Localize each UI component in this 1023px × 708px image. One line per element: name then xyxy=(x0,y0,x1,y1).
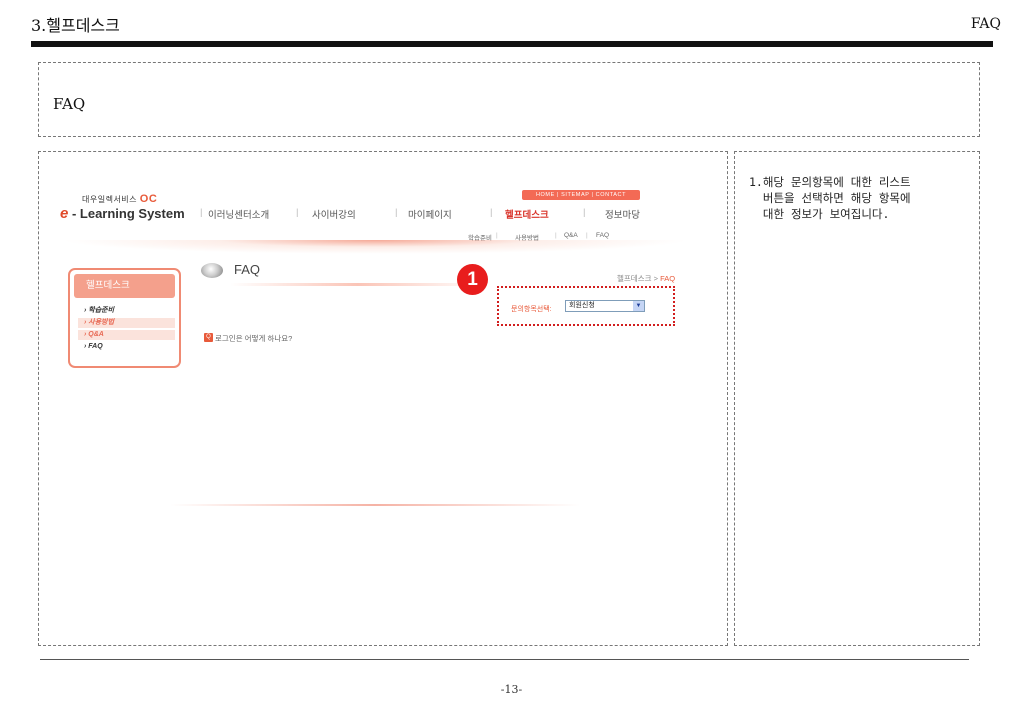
category-select[interactable]: 회원신청 ▼ xyxy=(565,300,645,312)
nav-divider: | xyxy=(200,207,203,218)
chevron-down-icon[interactable]: ▼ xyxy=(633,301,644,311)
category-select-value: 회원신청 xyxy=(569,302,595,309)
faq-question-link[interactable]: 로그인은 어떻게 하나요? xyxy=(215,333,292,344)
breadcrumb-current: FAQ xyxy=(660,274,676,283)
section-heading: FAQ xyxy=(53,95,86,113)
nav-item-cyber-lecture[interactable]: 사이버강의 xyxy=(312,207,356,221)
brand-company-text: 대우일렉서비스 xyxy=(82,195,138,204)
section-heading-box: FAQ xyxy=(38,62,980,137)
nav-item-about[interactable]: 이러닝센터소개 xyxy=(208,207,269,221)
footer-rule xyxy=(40,659,969,660)
header-rule xyxy=(31,41,993,47)
brand-name: - Learning System xyxy=(68,206,185,221)
subnav-divider: | xyxy=(555,232,557,239)
nav-divider: | xyxy=(296,207,299,218)
menu-item-prep[interactable]: › 학습준비 xyxy=(78,306,175,316)
select-label: 문의항목선택: xyxy=(511,306,552,313)
document-title: 3.헬프데스크 xyxy=(31,16,120,35)
header-swoosh xyxy=(60,240,690,254)
title-underline xyxy=(230,283,485,286)
nav-item-info[interactable]: 정보마당 xyxy=(605,207,640,221)
subnav-item-qna[interactable]: Q&A xyxy=(564,232,578,239)
nav-divider: | xyxy=(490,207,493,218)
nav-item-helpdesk[interactable]: 헬프데스크 xyxy=(505,207,549,221)
section-label: FAQ xyxy=(970,16,1001,32)
nav-divider: | xyxy=(583,207,586,218)
page-title: FAQ xyxy=(234,262,261,277)
callout-badge: 1 xyxy=(457,264,488,295)
screenshot-frame xyxy=(38,151,728,646)
brand-mark-icon: OC xyxy=(139,193,158,205)
breadcrumb: 헬프데스크 > FAQ xyxy=(617,274,676,283)
footer-swoosh xyxy=(170,504,580,506)
subnav-divider: | xyxy=(586,232,588,239)
disc-icon xyxy=(201,263,223,278)
nav-divider: | xyxy=(395,207,398,218)
helpdesk-menu: 헬프데스크 › 학습준비 › 사용방법 › Q&A › FAQ xyxy=(68,268,181,368)
utility-links[interactable]: HOME | SITEMAP | CONTACT xyxy=(522,190,640,200)
brand-logo[interactable]: e - Learning System xyxy=(60,205,185,222)
subnav-divider: | xyxy=(496,232,498,239)
nav-item-mypage[interactable]: 마이페이지 xyxy=(408,207,452,221)
page-number: -13- xyxy=(500,683,523,696)
helpdesk-menu-title: 헬프데스크 xyxy=(74,274,175,298)
question-icon: Q xyxy=(204,333,213,342)
annotation-text: 1.해당 문의항목에 대한 리스트 버튼을 선택하면 해당 항목에 대한 정보가… xyxy=(749,175,911,221)
menu-item-faq[interactable]: › FAQ xyxy=(78,342,175,352)
menu-item-qna[interactable]: › Q&A xyxy=(78,330,175,340)
subnav-item-faq[interactable]: FAQ xyxy=(596,232,609,239)
menu-item-usage[interactable]: › 사용방법 xyxy=(78,318,175,328)
brand-company: 대우일렉서비스 OC xyxy=(82,193,157,205)
annotation-box: 1.해당 문의항목에 대한 리스트 버튼을 선택하면 해당 항목에 대한 정보가… xyxy=(734,151,980,646)
